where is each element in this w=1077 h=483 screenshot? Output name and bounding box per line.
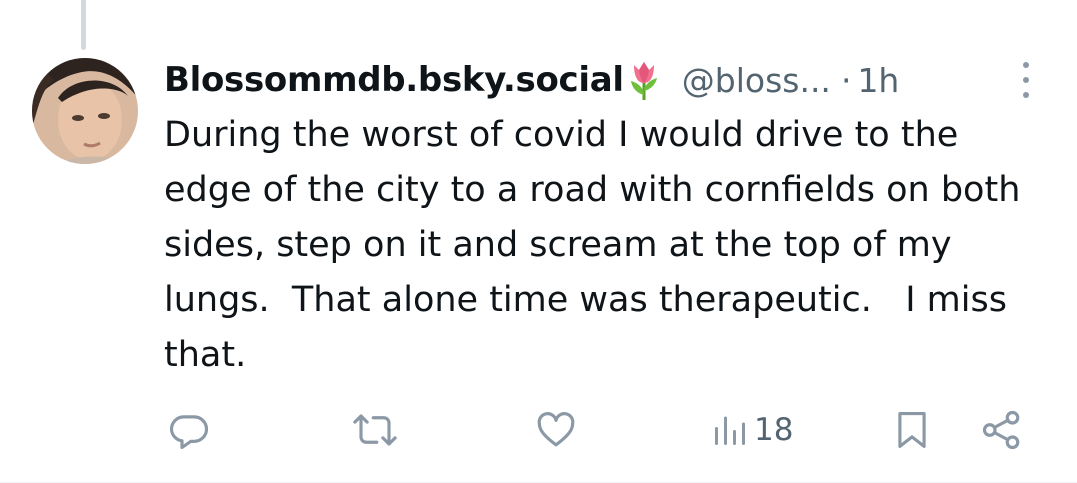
post-actions-bar: 18 xyxy=(0,400,1077,460)
reply-icon xyxy=(169,415,209,450)
user-handle[interactable]: @bloss... xyxy=(682,61,831,100)
tulip-emoji-icon xyxy=(626,59,662,101)
more-dot xyxy=(1023,92,1029,98)
share-button[interactable] xyxy=(980,400,1024,460)
post-text: During the worst of covid I would drive … xyxy=(164,115,1032,375)
views-icon xyxy=(715,416,745,445)
like-icon xyxy=(537,412,575,447)
bookmark-button[interactable] xyxy=(893,400,931,460)
separator-dot: · xyxy=(840,60,852,100)
post-header: Blossommdb.bsky.social @bloss... · 1h xyxy=(164,55,1033,105)
views-count: 18 xyxy=(754,412,794,448)
like-button[interactable] xyxy=(535,400,577,460)
repost-icon xyxy=(353,414,397,446)
avatar-image xyxy=(32,58,138,164)
more-dot xyxy=(1023,62,1029,68)
bookmark-icon xyxy=(898,412,926,448)
post-timestamp[interactable]: 1h xyxy=(857,61,899,100)
share-icon xyxy=(982,410,1020,450)
display-name[interactable]: Blossommdb.bsky.social xyxy=(164,60,624,100)
views-button[interactable]: 18 xyxy=(712,400,793,460)
more-options-icon[interactable] xyxy=(1016,62,1036,98)
more-dot xyxy=(1023,77,1029,83)
avatar[interactable] xyxy=(32,58,138,164)
repost-button[interactable] xyxy=(352,400,398,460)
thread-connector-line xyxy=(81,0,86,50)
reply-button[interactable] xyxy=(168,400,210,460)
